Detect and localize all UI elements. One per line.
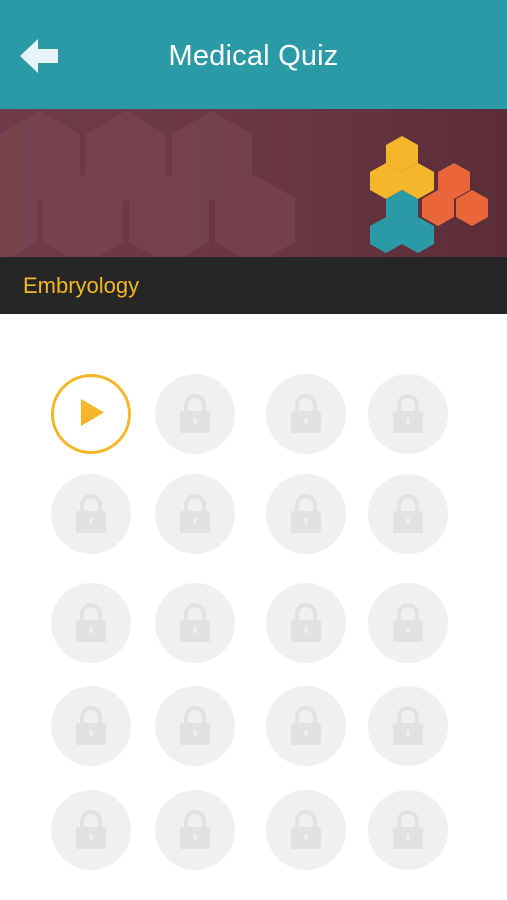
lock-icon: [180, 603, 210, 642]
level-button-locked: [266, 374, 346, 454]
banner-hexagon-illustration: [0, 111, 488, 257]
lock-icon: [393, 494, 423, 533]
lock-icon: [180, 706, 210, 745]
level-button-locked: [266, 686, 346, 766]
lock-icon: [393, 706, 423, 745]
lock-icon: [76, 706, 106, 745]
category-bar: Embryology: [0, 257, 507, 314]
lock-icon: [76, 603, 106, 642]
page-title: Medical Quiz: [168, 40, 339, 72]
app-header: Medical Quiz: [0, 0, 507, 109]
level-button-locked: [51, 583, 131, 663]
level-button-locked: [368, 474, 448, 554]
category-title: Embryology: [23, 273, 140, 298]
lock-icon: [393, 394, 423, 433]
level-button-locked: [155, 790, 235, 870]
level-button-locked: [51, 686, 131, 766]
level-button-locked: [266, 790, 346, 870]
lock-icon: [393, 603, 423, 642]
lock-icon: [180, 494, 210, 533]
level-button-locked: [155, 474, 235, 554]
lock-icon: [180, 810, 210, 849]
lock-icon: [291, 394, 321, 433]
level-button-locked: [368, 686, 448, 766]
level-button-locked: [51, 790, 131, 870]
lock-icon: [180, 394, 210, 433]
lock-icon: [291, 603, 321, 642]
level-button-play[interactable]: [51, 374, 131, 454]
lock-icon: [291, 706, 321, 745]
level-button-locked: [368, 374, 448, 454]
lock-icon: [291, 494, 321, 533]
level-button-locked: [155, 374, 235, 454]
level-button-locked: [51, 474, 131, 554]
category-banner: [0, 109, 507, 257]
level-button-locked: [368, 583, 448, 663]
lock-icon: [76, 810, 106, 849]
level-button-locked: [266, 474, 346, 554]
level-button-locked: [266, 583, 346, 663]
level-button-locked: [368, 790, 448, 870]
level-grid: [0, 314, 507, 900]
level-button-locked: [155, 686, 235, 766]
lock-icon: [291, 810, 321, 849]
lock-icon: [393, 810, 423, 849]
level-button-locked: [155, 583, 235, 663]
lock-icon: [76, 494, 106, 533]
play-icon: [81, 399, 104, 426]
